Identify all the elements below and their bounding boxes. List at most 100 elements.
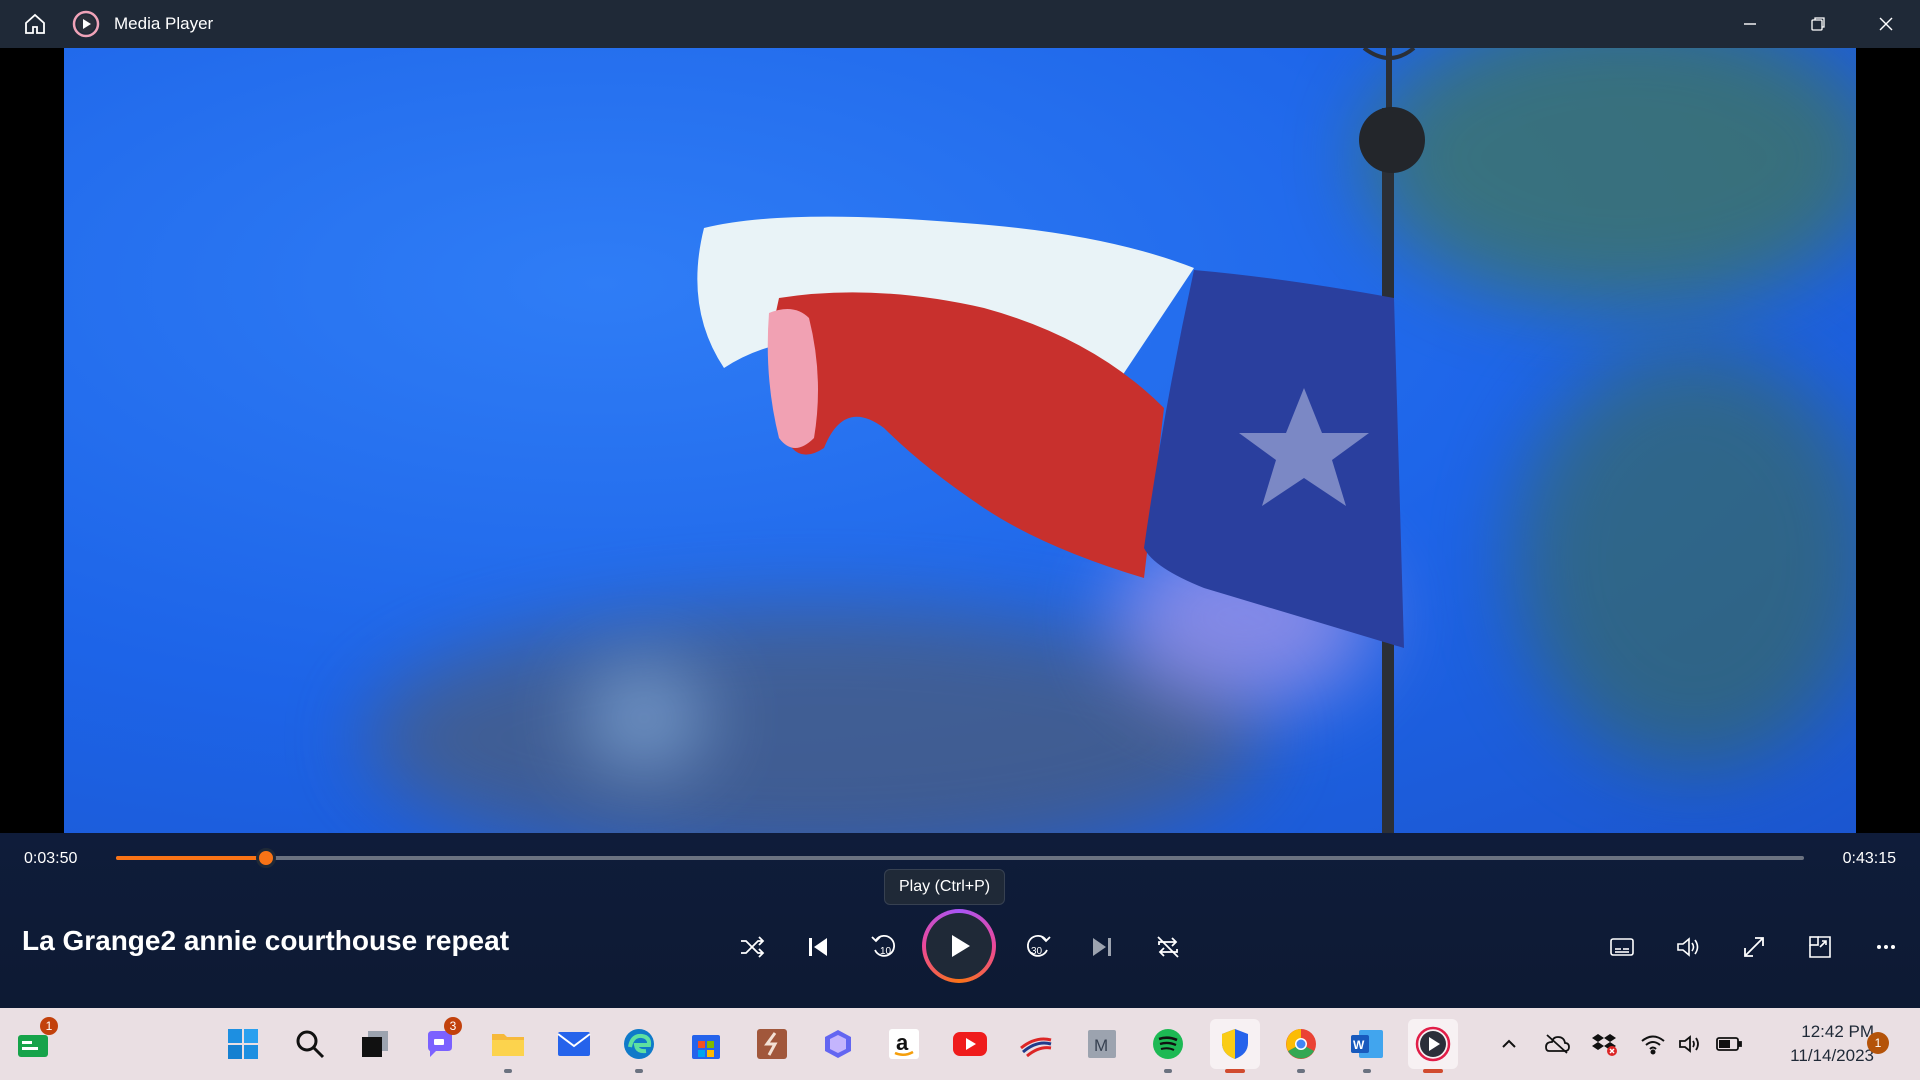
media-player-icon [1415, 1026, 1451, 1062]
home-button[interactable] [0, 0, 70, 48]
spotify-icon [1153, 1029, 1183, 1059]
rewind-10-button[interactable]: 10 [860, 923, 908, 971]
next-icon [1093, 938, 1111, 956]
playback-controls: 0:03:50 0:43:15 Play (Ctrl+P) La Grange2… [0, 833, 1920, 1008]
store-button[interactable] [681, 1019, 731, 1069]
subtitles-button[interactable] [1598, 923, 1646, 971]
minimize-button[interactable] [1716, 0, 1784, 48]
battery-tray-icon[interactable] [1713, 1028, 1745, 1060]
mini-player-icon [1809, 936, 1831, 958]
media-player-taskbar-button[interactable] [1408, 1019, 1458, 1073]
wifi-tray-icon[interactable] [1637, 1028, 1669, 1060]
running-indicator [504, 1069, 512, 1073]
shield-icon [1222, 1029, 1248, 1059]
fullscreen-icon [1744, 937, 1764, 957]
seek-bar[interactable] [116, 848, 1804, 868]
bank-of-america-button[interactable] [1011, 1019, 1061, 1069]
svg-text:30: 30 [1031, 946, 1043, 957]
folder-icon [492, 1034, 524, 1056]
youtube-icon [953, 1032, 987, 1056]
volume-tray-icon[interactable] [1675, 1028, 1707, 1060]
running-indicator [1164, 1069, 1172, 1073]
play-tooltip: Play (Ctrl+P) [884, 869, 1006, 905]
clock-date: 11/14/2023 [1790, 1046, 1874, 1065]
rewind-10-icon: 10 [871, 935, 895, 957]
play-button-face [926, 913, 992, 979]
scrivener-button[interactable] [747, 1019, 797, 1069]
volume-button[interactable] [1664, 923, 1712, 971]
previous-icon [809, 938, 827, 956]
minimize-icon [1744, 23, 1756, 25]
next-button[interactable] [1078, 923, 1126, 971]
notification-badge[interactable]: 1 [1867, 1032, 1889, 1054]
amazon-icon: a [889, 1029, 919, 1059]
amazon-button[interactable]: a [879, 1019, 929, 1069]
title-bar: Media Player [0, 0, 1920, 48]
word-icon: W [1351, 1030, 1383, 1058]
volume-icon [1677, 937, 1699, 957]
shuffle-button[interactable] [728, 923, 776, 971]
system-clock[interactable]: 12:42 PM 11/14/2023 [1746, 1020, 1874, 1068]
seek-thumb[interactable] [256, 848, 277, 868]
home-icon [25, 13, 45, 34]
taskbar: 1 3 a M W 12:42 PM 11/14/2023 1 [0, 1008, 1920, 1080]
fullscreen-button[interactable] [1730, 923, 1778, 971]
windows-logo-icon [228, 1029, 258, 1059]
wifi-icon [1641, 1035, 1665, 1055]
task-view-icon [362, 1031, 388, 1057]
video-frame[interactable] [64, 48, 1856, 833]
chrome-icon [1286, 1029, 1316, 1059]
svg-text:10: 10 [880, 946, 892, 957]
texas-flag-scene [697, 48, 1425, 833]
mini-player-button[interactable] [1796, 923, 1844, 971]
m-app-button[interactable]: M [1077, 1019, 1127, 1069]
edge-icon [624, 1029, 654, 1059]
task-view-button[interactable] [350, 1019, 400, 1069]
copilot-icon [825, 1030, 851, 1058]
forward-30-button[interactable]: 30 [1014, 923, 1062, 971]
running-indicator [1225, 1069, 1245, 1073]
elapsed-time: 0:03:50 [24, 850, 78, 867]
clock-time: 12:42 PM [1801, 1022, 1874, 1041]
speaker-icon [1679, 1035, 1699, 1053]
window-controls [1716, 0, 1920, 48]
more-icon [1877, 945, 1895, 949]
mail-button[interactable] [549, 1019, 599, 1069]
file-explorer-button[interactable] [483, 1019, 533, 1073]
restore-button[interactable] [1784, 0, 1852, 48]
copilot-button[interactable] [813, 1019, 863, 1069]
security-button[interactable] [1210, 1019, 1260, 1073]
repeat-button[interactable] [1144, 923, 1192, 971]
start-button[interactable] [218, 1019, 268, 1069]
word-button[interactable]: W [1342, 1019, 1392, 1073]
cloud-offline-icon [1545, 1034, 1570, 1054]
search-button[interactable] [285, 1019, 335, 1069]
track-title: La Grange2 annie courthouse repeat [22, 925, 510, 956]
previous-button[interactable] [794, 923, 842, 971]
more-options-button[interactable] [1862, 923, 1910, 971]
play-button[interactable] [922, 909, 996, 983]
forward-30-icon: 30 [1027, 935, 1051, 957]
play-icon [952, 935, 970, 957]
dropbox-error-icon [1592, 1034, 1617, 1056]
onedrive-tray-icon[interactable] [1541, 1028, 1573, 1060]
teams-chat-button[interactable]: 3 [416, 1017, 466, 1069]
chrome-button[interactable] [1276, 1019, 1326, 1073]
dropbox-tray-icon[interactable] [1589, 1028, 1621, 1060]
m-app-icon: M [1088, 1030, 1116, 1058]
widgets-badge: 1 [40, 1017, 58, 1035]
media-player-logo-icon [72, 10, 100, 38]
seek-progress [116, 856, 267, 860]
spotify-button[interactable] [1143, 1019, 1193, 1073]
repeat-off-icon [1157, 936, 1179, 958]
close-button[interactable] [1852, 0, 1920, 48]
app-title: Media Player [114, 14, 214, 33]
widgets-button[interactable]: 1 [8, 1017, 58, 1069]
restore-icon [1811, 17, 1825, 31]
app-title-group: Media Player [72, 10, 213, 38]
store-icon [692, 1035, 720, 1059]
edge-browser-button[interactable] [614, 1019, 664, 1073]
youtube-button[interactable] [945, 1019, 995, 1069]
show-hidden-icons-button[interactable] [1493, 1028, 1525, 1060]
teams-badge: 3 [444, 1017, 462, 1035]
